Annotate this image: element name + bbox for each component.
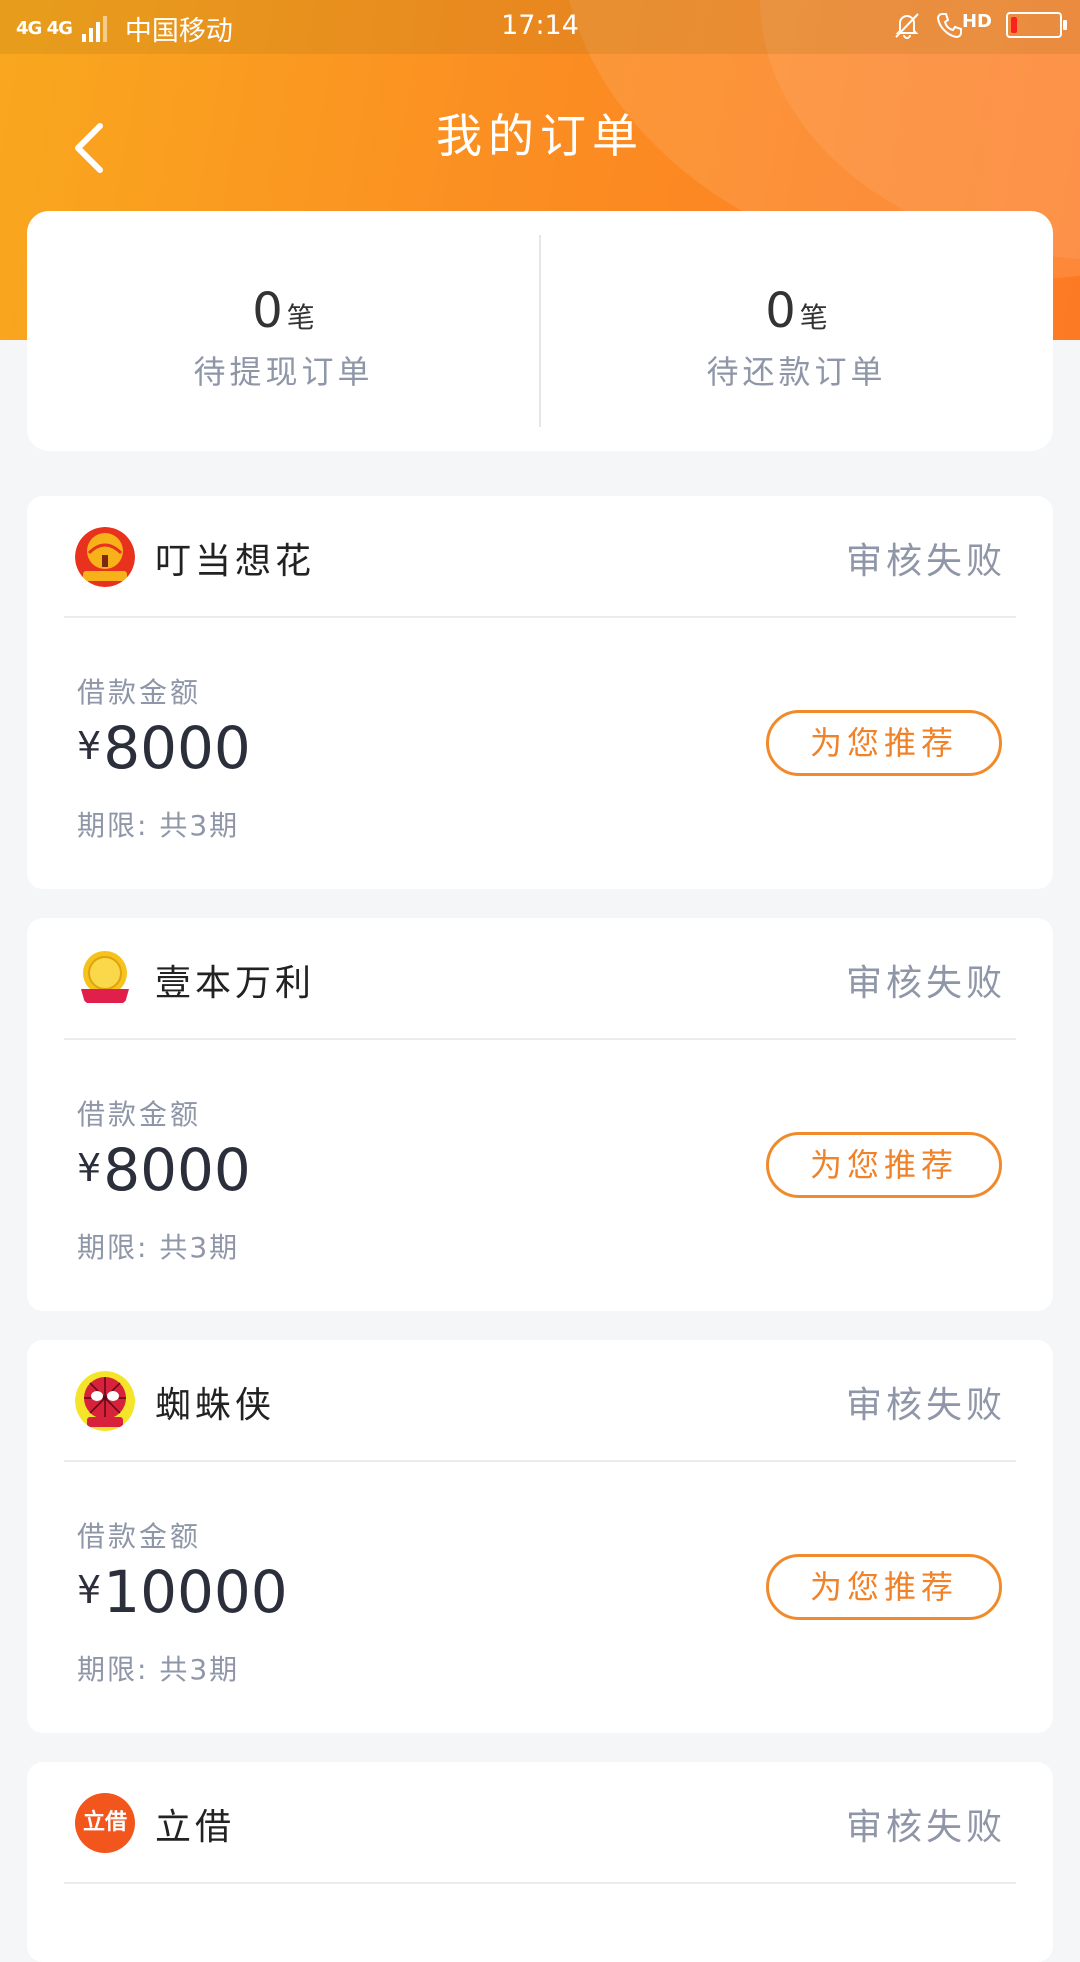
order-status: 审核失败 <box>845 541 1006 582</box>
order-card-header: 叮当想花 审核失败 <box>27 496 1053 616</box>
loan-term: 期限: 共3期 <box>77 1653 240 1686</box>
page-title: 我的订单 <box>436 109 644 163</box>
recommend-button[interactable]: 为您推荐 <box>766 1554 1002 1620</box>
loan-amount-label: 借款金额 <box>77 676 202 709</box>
battery-icon <box>1006 12 1067 38</box>
count-unit: 笔 <box>799 301 828 334</box>
order-card-header: 壹本万利 审核失败 <box>27 918 1053 1038</box>
order-card-header: 蜘蛛侠 审核失败 <box>27 1340 1053 1460</box>
amount-value: 10000 <box>103 1558 288 1626</box>
loan-amount-label: 借款金额 <box>77 1098 202 1131</box>
count-number: 0 <box>252 283 283 339</box>
order-card-header: 立借 立借 审核失败 <box>27 1762 1053 1882</box>
brand-name: 壹本万利 <box>155 963 316 1004</box>
order-card[interactable]: 壹本万利 审核失败 借款金额 ¥8000 期限: 共3期 为您推荐 <box>27 918 1053 1311</box>
phone-call-icon <box>936 13 962 39</box>
recommend-button[interactable]: 为您推荐 <box>766 710 1002 776</box>
status-bar: 4G 4G 中国移动 17:14 HD <box>0 0 1080 54</box>
order-status: 审核失败 <box>845 1807 1006 1848</box>
yiben-logo-icon <box>75 949 135 1009</box>
divider <box>64 1038 1016 1040</box>
brand-name: 叮当想花 <box>155 541 316 582</box>
pending-repay-summary[interactable]: 0笔 待还款订单 <box>540 211 1053 451</box>
pending-withdraw-count: 0笔 <box>27 283 540 339</box>
loan-amount-label: 借款金额 <box>77 1520 202 1553</box>
pending-withdraw-label: 待提现订单 <box>193 353 374 391</box>
currency-symbol: ¥ <box>77 1146 102 1190</box>
currency-symbol: ¥ <box>77 724 102 768</box>
spiderman-logo-icon <box>75 1371 135 1431</box>
divider <box>64 1460 1016 1462</box>
loan-term: 期限: 共3期 <box>77 809 240 842</box>
loan-term: 期限: 共3期 <box>77 1231 240 1264</box>
loan-amount: ¥8000 <box>77 1136 251 1204</box>
loan-amount: ¥10000 <box>77 1558 288 1626</box>
order-status: 审核失败 <box>845 1385 1006 1426</box>
brand-name: 蜘蛛侠 <box>155 1385 276 1426</box>
pending-repay-label: 待还款订单 <box>706 353 887 391</box>
status-bar-right: HD <box>892 10 1067 40</box>
order-summary-card: 0笔 待提现订单 0笔 待还款订单 <box>27 211 1053 451</box>
brand-name: 立借 <box>155 1807 236 1848</box>
loan-amount: ¥8000 <box>77 714 251 782</box>
divider <box>64 616 1016 618</box>
recommend-button[interactable]: 为您推荐 <box>766 1132 1002 1198</box>
pending-repay-count: 0笔 <box>540 283 1053 339</box>
currency-symbol: ¥ <box>77 1568 102 1612</box>
amount-value: 8000 <box>103 1136 251 1204</box>
order-card[interactable]: 立借 立借 审核失败 <box>27 1762 1053 1962</box>
order-card[interactable]: 蜘蛛侠 审核失败 借款金额 ¥10000 期限: 共3期 为您推荐 <box>27 1340 1053 1733</box>
amount-value: 8000 <box>103 714 251 782</box>
mute-bell-icon <box>895 13 919 39</box>
count-unit: 笔 <box>286 301 315 334</box>
dingdang-logo-icon <box>75 527 135 587</box>
logo-text: 立借 <box>82 1810 127 1835</box>
count-number: 0 <box>765 283 796 339</box>
order-status: 审核失败 <box>845 963 1006 1004</box>
pending-withdraw-summary[interactable]: 0笔 待提现订单 <box>27 211 540 451</box>
lijie-logo-icon: 立借 <box>75 1793 135 1853</box>
divider <box>64 1882 1016 1884</box>
hd-voice-label: HD <box>961 11 992 32</box>
order-card[interactable]: 叮当想花 审核失败 借款金额 ¥8000 期限: 共3期 为您推荐 <box>27 496 1053 889</box>
